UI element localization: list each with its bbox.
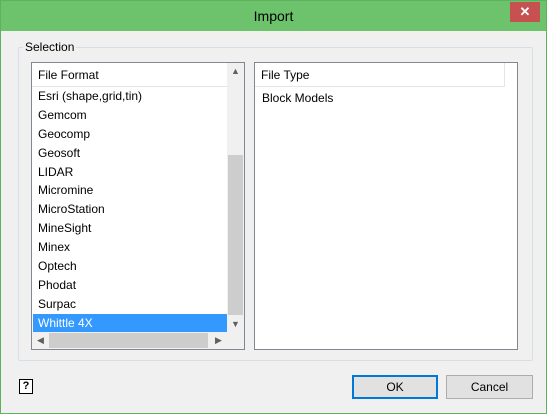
list-item[interactable]: Whittle 4X xyxy=(33,313,227,333)
list-item[interactable]: MineSight xyxy=(33,219,227,238)
scroll-left-icon[interactable]: ◀ xyxy=(32,332,49,349)
ok-button[interactable]: OK xyxy=(352,375,438,399)
file-format-rows: Esri (shape,grid,tin) Gemcom Geocomp Geo… xyxy=(33,87,227,333)
selection-group-label: Selection xyxy=(23,40,77,54)
list-item[interactable]: Geosoft xyxy=(33,144,227,163)
dialog-title: Import xyxy=(253,8,294,24)
file-type-header[interactable]: File Type xyxy=(255,63,505,87)
scroll-up-icon[interactable]: ▲ xyxy=(227,63,244,80)
help-icon[interactable]: ? xyxy=(19,379,33,394)
list-item[interactable]: Optech xyxy=(33,257,227,276)
cancel-button[interactable]: Cancel xyxy=(446,375,533,399)
list-item[interactable]: Geocomp xyxy=(33,125,227,144)
scroll-right-icon[interactable]: ▶ xyxy=(210,332,227,349)
list-item[interactable]: Surpac xyxy=(33,295,227,314)
horizontal-scrollbar[interactable]: ◀ ▶ xyxy=(32,332,227,349)
list-item[interactable]: Esri (shape,grid,tin) xyxy=(33,87,227,106)
file-type-list[interactable]: File Type Block Models xyxy=(254,62,518,350)
vertical-scroll-thumb[interactable] xyxy=(228,155,243,315)
list-item[interactable]: Block Models xyxy=(256,89,506,108)
title-bar[interactable]: Import ✕ xyxy=(1,1,546,31)
close-button[interactable]: ✕ xyxy=(510,2,540,22)
file-format-list[interactable]: File Format Esri (shape,grid,tin) Gemcom… xyxy=(31,62,245,350)
file-format-header[interactable]: File Format xyxy=(32,63,228,87)
list-item[interactable]: Minex xyxy=(33,238,227,257)
scrollbar-corner xyxy=(227,332,244,349)
import-dialog: Import ✕ Selection File Format Esri (sha… xyxy=(0,0,547,414)
list-item[interactable]: Phodat xyxy=(33,276,227,295)
list-item[interactable]: MicroStation xyxy=(33,200,227,219)
vertical-scrollbar[interactable]: ▲ ▼ xyxy=(227,63,244,333)
file-type-rows: Block Models xyxy=(256,89,506,108)
list-item[interactable]: Micromine xyxy=(33,181,227,200)
list-item[interactable]: Gemcom xyxy=(33,106,227,125)
horizontal-scroll-thumb[interactable] xyxy=(49,333,208,348)
scroll-down-icon[interactable]: ▼ xyxy=(227,316,244,333)
list-item[interactable]: LIDAR xyxy=(33,163,227,182)
